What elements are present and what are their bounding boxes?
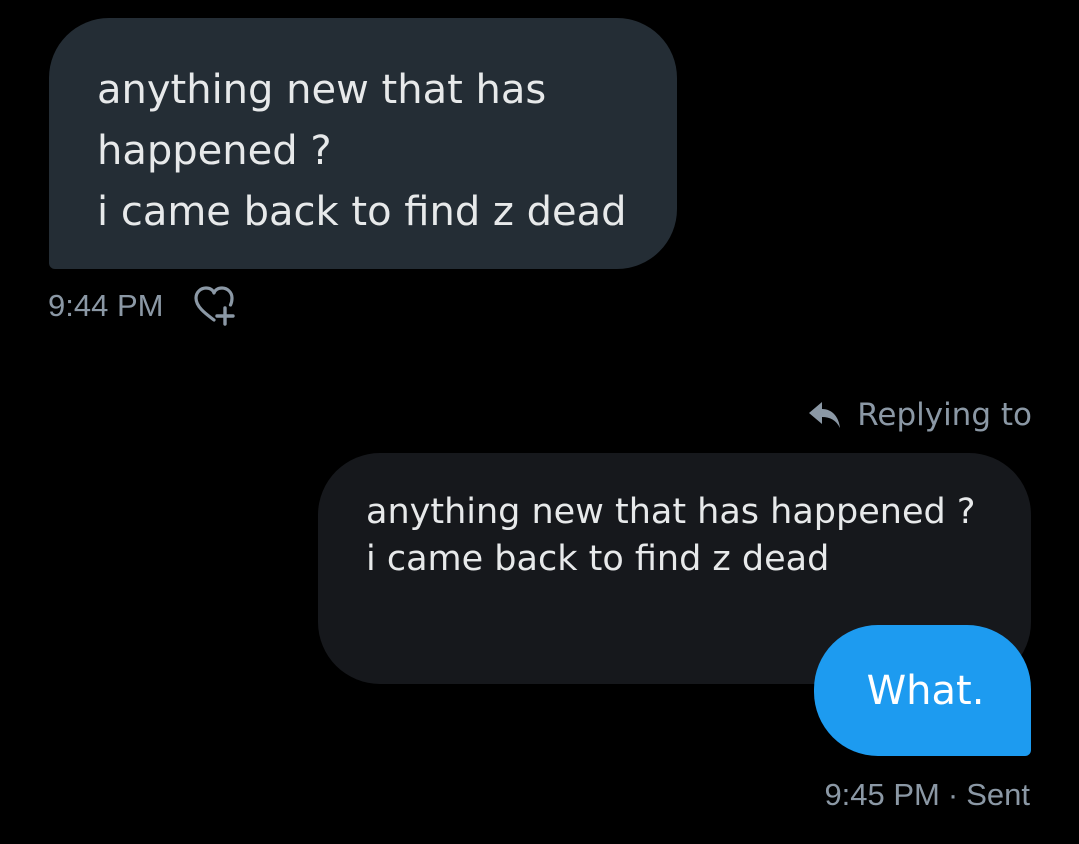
- meta-separator: ·: [947, 777, 959, 812]
- incoming-message-line: i came back to find z dead: [97, 189, 627, 235]
- message-status: Sent: [966, 777, 1030, 812]
- quoted-message-line: anything new that has happened ?: [366, 492, 976, 532]
- outgoing-message-meta: 9:45 PM · Sent: [824, 774, 1030, 816]
- quoted-message-line: i came back to find z dead: [366, 539, 830, 579]
- incoming-message-line: anything new that has: [97, 67, 547, 113]
- reply-arrow-icon: [809, 402, 841, 428]
- incoming-message-line: happened ?: [97, 128, 332, 174]
- add-reaction-button[interactable]: [193, 284, 239, 328]
- incoming-message-meta: 9:44 PM: [48, 284, 239, 328]
- replying-to-label: Replying to: [807, 392, 1032, 438]
- outgoing-message-time: 9:45 PM: [824, 777, 940, 812]
- outgoing-message-text: What.: [866, 667, 985, 714]
- replying-to-text: Replying to: [857, 397, 1032, 433]
- heart-plus-icon: [194, 286, 236, 326]
- incoming-message-time: 9:44 PM: [48, 288, 164, 323]
- incoming-message-bubble[interactable]: anything new that has happened ? i came …: [49, 18, 677, 269]
- outgoing-message-bubble[interactable]: What.: [814, 625, 1031, 756]
